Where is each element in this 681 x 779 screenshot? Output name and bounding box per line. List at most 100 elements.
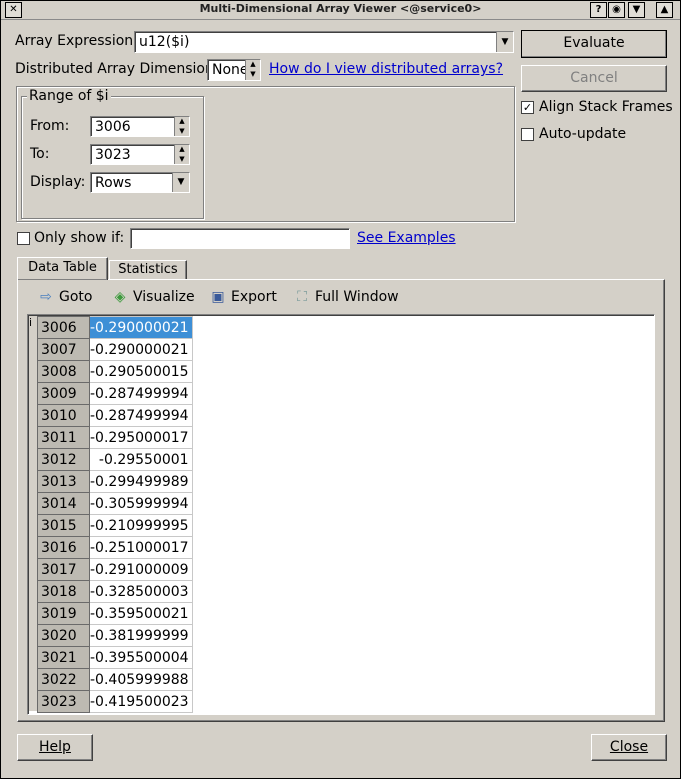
table-row[interactable]: 3021 -0.395500004 xyxy=(37,646,193,669)
align-stack-frames-label: Align Stack Frames xyxy=(539,99,673,115)
display-value: Rows xyxy=(95,175,132,191)
table-row[interactable]: 3006 -0.290000021 xyxy=(37,316,193,339)
tab-data-table[interactable]: Data Table xyxy=(17,257,108,280)
table-row[interactable]: 3015 -0.210999995 xyxy=(37,514,193,537)
distributed-dims-value: None xyxy=(212,62,249,78)
table-row[interactable]: 3022 -0.405999988 xyxy=(37,668,193,691)
close-button[interactable]: Close xyxy=(591,734,667,761)
row-index: 3015 xyxy=(37,514,90,537)
table-row[interactable]: 3020 -0.381999999 xyxy=(37,624,193,647)
chevron-down-icon[interactable]: ▼ xyxy=(496,32,513,52)
visualize-label: Visualize xyxy=(133,289,195,305)
full-window-button[interactable]: ⛶ Full Window xyxy=(293,288,399,306)
export-button[interactable]: ▣ Export xyxy=(209,288,276,306)
spinner-arrows-icon[interactable]: ▲ ▼ xyxy=(174,117,189,136)
row-index: 3022 xyxy=(37,668,90,691)
auto-update-label: Auto-update xyxy=(539,126,627,142)
table-row[interactable]: 3009 -0.287499994 xyxy=(37,382,193,405)
goto-label: Goto xyxy=(59,289,93,305)
value-cell[interactable]: -0.305999994 xyxy=(89,492,193,515)
minimize-icon[interactable]: ▼ xyxy=(628,2,645,18)
value-cell[interactable]: -0.290000021 xyxy=(89,338,193,361)
only-show-if-label: Only show if: xyxy=(34,230,125,246)
fullscreen-icon: ⛶ xyxy=(297,289,307,305)
from-spinner[interactable]: 3006 ▲ ▼ xyxy=(90,116,190,137)
goto-button[interactable]: ⇨ Goto xyxy=(37,288,92,306)
value-cell[interactable]: -0.295000017 xyxy=(89,426,193,449)
only-show-if-checkbox[interactable] xyxy=(17,232,30,245)
row-index: 3008 xyxy=(37,360,90,383)
to-spinner[interactable]: 3023 ▲ ▼ xyxy=(90,144,190,165)
value-cell[interactable]: -0.287499994 xyxy=(89,404,193,427)
distributed-dims-spinner[interactable]: None ▲ ▼ xyxy=(207,59,261,81)
only-show-if-input[interactable] xyxy=(130,228,350,249)
spinner-arrows-icon[interactable]: ▲ ▼ xyxy=(245,60,260,80)
table-corner-label: i xyxy=(29,316,33,329)
chevron-down-icon[interactable]: ▼ xyxy=(172,173,189,192)
table-row[interactable]: 3019 -0.359500021 xyxy=(37,602,193,625)
table-row[interactable]: 3011 -0.295000017 xyxy=(37,426,193,449)
array-expression-combobox[interactable]: u12($i) ▼ xyxy=(134,31,514,53)
maximize-icon[interactable]: ▲ xyxy=(656,2,673,18)
stick-icon[interactable]: ◉ xyxy=(608,2,625,18)
auto-update-checkbox[interactable] xyxy=(521,128,534,141)
value-cell[interactable]: -0.405999988 xyxy=(89,668,193,691)
table-row[interactable]: 3008 -0.290500015 xyxy=(37,360,193,383)
value-cell[interactable]: -0.381999999 xyxy=(89,624,193,647)
row-index: 3018 xyxy=(37,580,90,603)
data-table: 3006 -0.290000021 3007 -0.290000021 3008 -0.2… xyxy=(37,316,193,713)
table-row[interactable]: 3012 -0.29550001 xyxy=(37,448,193,471)
row-index: 3012 xyxy=(37,448,90,471)
table-row[interactable]: 3023 -0.419500023 xyxy=(37,690,193,713)
to-label: To: xyxy=(30,146,50,162)
row-index: 3020 xyxy=(37,624,90,647)
help-button-label: Help xyxy=(39,739,71,755)
value-cell[interactable]: -0.359500021 xyxy=(89,602,193,625)
help-icon[interactable]: ? xyxy=(590,2,607,18)
distributed-help-link[interactable]: How do I view distributed arrays? xyxy=(269,61,503,77)
help-button[interactable]: Help xyxy=(17,734,93,761)
value-cell[interactable]: -0.287499994 xyxy=(89,382,193,405)
row-index: 3007 xyxy=(37,338,90,361)
arrow-right-icon: ⇨ xyxy=(40,289,52,305)
row-index: 3009 xyxy=(37,382,90,405)
value-cell[interactable]: -0.419500023 xyxy=(89,690,193,713)
close-button-label: Close xyxy=(609,739,649,755)
value-cell[interactable]: -0.290500015 xyxy=(89,360,193,383)
align-stack-frames-checkbox[interactable]: ✓ xyxy=(521,101,534,114)
row-index: 3011 xyxy=(37,426,90,449)
see-examples-link[interactable]: See Examples xyxy=(357,230,456,246)
table-row[interactable]: 3018 -0.328500003 xyxy=(37,580,193,603)
window-title: Multi-Dimensional Array Viewer <@service… xyxy=(199,2,482,15)
table-row[interactable]: 3013 -0.299499989 xyxy=(37,470,193,493)
row-index: 3010 xyxy=(37,404,90,427)
tab-statistics[interactable]: Statistics xyxy=(109,260,187,281)
table-row[interactable]: 3017 -0.291000009 xyxy=(37,558,193,581)
value-cell[interactable]: -0.299499989 xyxy=(89,470,193,493)
row-index: 3021 xyxy=(37,646,90,669)
table-row[interactable]: 3010 -0.287499994 xyxy=(37,404,193,427)
value-cell[interactable]: -0.291000009 xyxy=(89,558,193,581)
row-index: 3017 xyxy=(37,558,90,581)
table-row[interactable]: 3016 -0.251000017 xyxy=(37,536,193,559)
value-cell[interactable]: -0.395500004 xyxy=(89,646,193,669)
from-value: 3006 xyxy=(95,119,131,135)
value-cell[interactable]: -0.290000021 xyxy=(89,316,193,339)
value-cell[interactable]: -0.210999995 xyxy=(89,514,193,537)
to-value: 3023 xyxy=(95,147,131,163)
range-legend: Range of $i xyxy=(27,88,111,104)
value-cell[interactable]: -0.29550001 xyxy=(89,448,193,471)
row-index: 3019 xyxy=(37,602,90,625)
evaluate-button[interactable]: Evaluate xyxy=(521,30,667,58)
table-row[interactable]: 3007 -0.290000021 xyxy=(37,338,193,361)
title-bar[interactable]: ✕ Multi-Dimensional Array Viewer <@servi… xyxy=(1,1,680,20)
value-cell[interactable]: -0.328500003 xyxy=(89,580,193,603)
cancel-button[interactable]: Cancel xyxy=(521,65,667,92)
visualize-button[interactable]: ◈ Visualize xyxy=(111,288,195,306)
value-cell[interactable]: -0.251000017 xyxy=(89,536,193,559)
from-label: From: xyxy=(30,118,70,134)
spinner-arrows-icon[interactable]: ▲ ▼ xyxy=(174,145,189,164)
display-select[interactable]: Rows ▼ xyxy=(90,172,190,193)
table-row[interactable]: 3014 -0.305999994 xyxy=(37,492,193,515)
row-index: 3013 xyxy=(37,470,90,493)
